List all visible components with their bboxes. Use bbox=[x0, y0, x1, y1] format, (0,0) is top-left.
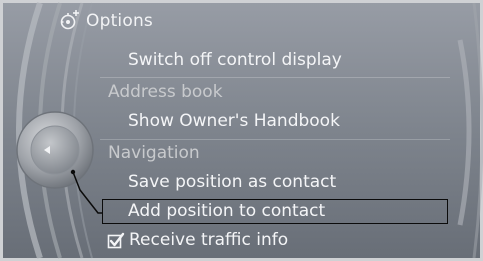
menu-item-label: Show Owner's Handbook bbox=[128, 111, 340, 131]
control-display-screen: Options Switch off control display Addre… bbox=[0, 0, 483, 261]
menu-item-show-owners-handbook[interactable]: Show Owner's Handbook bbox=[128, 107, 340, 135]
selection-highlight bbox=[102, 199, 448, 224]
section-header-label: Address book bbox=[108, 82, 223, 102]
menu-item-switch-off-display[interactable]: Switch off control display bbox=[128, 46, 342, 74]
checkbox-label: Receive traffic info bbox=[129, 230, 289, 250]
section-header-label: Navigation bbox=[108, 143, 200, 163]
checkbox-receive-traffic-info[interactable]: Receive traffic info bbox=[107, 226, 288, 254]
menu-item-label: Save position as contact bbox=[128, 172, 337, 192]
title-bar: Options bbox=[58, 9, 153, 33]
options-icon bbox=[60, 10, 79, 30]
section-header-address-book: Address book bbox=[108, 78, 223, 106]
page-title: Options bbox=[86, 11, 153, 31]
section-header-navigation: Navigation bbox=[108, 139, 200, 167]
controller-knob-icon bbox=[16, 111, 94, 189]
menu-item-label: Switch off control display bbox=[128, 50, 342, 70]
checkmark-icon bbox=[107, 232, 125, 248]
menu-item-save-position-as-contact[interactable]: Save position as contact bbox=[128, 168, 336, 196]
